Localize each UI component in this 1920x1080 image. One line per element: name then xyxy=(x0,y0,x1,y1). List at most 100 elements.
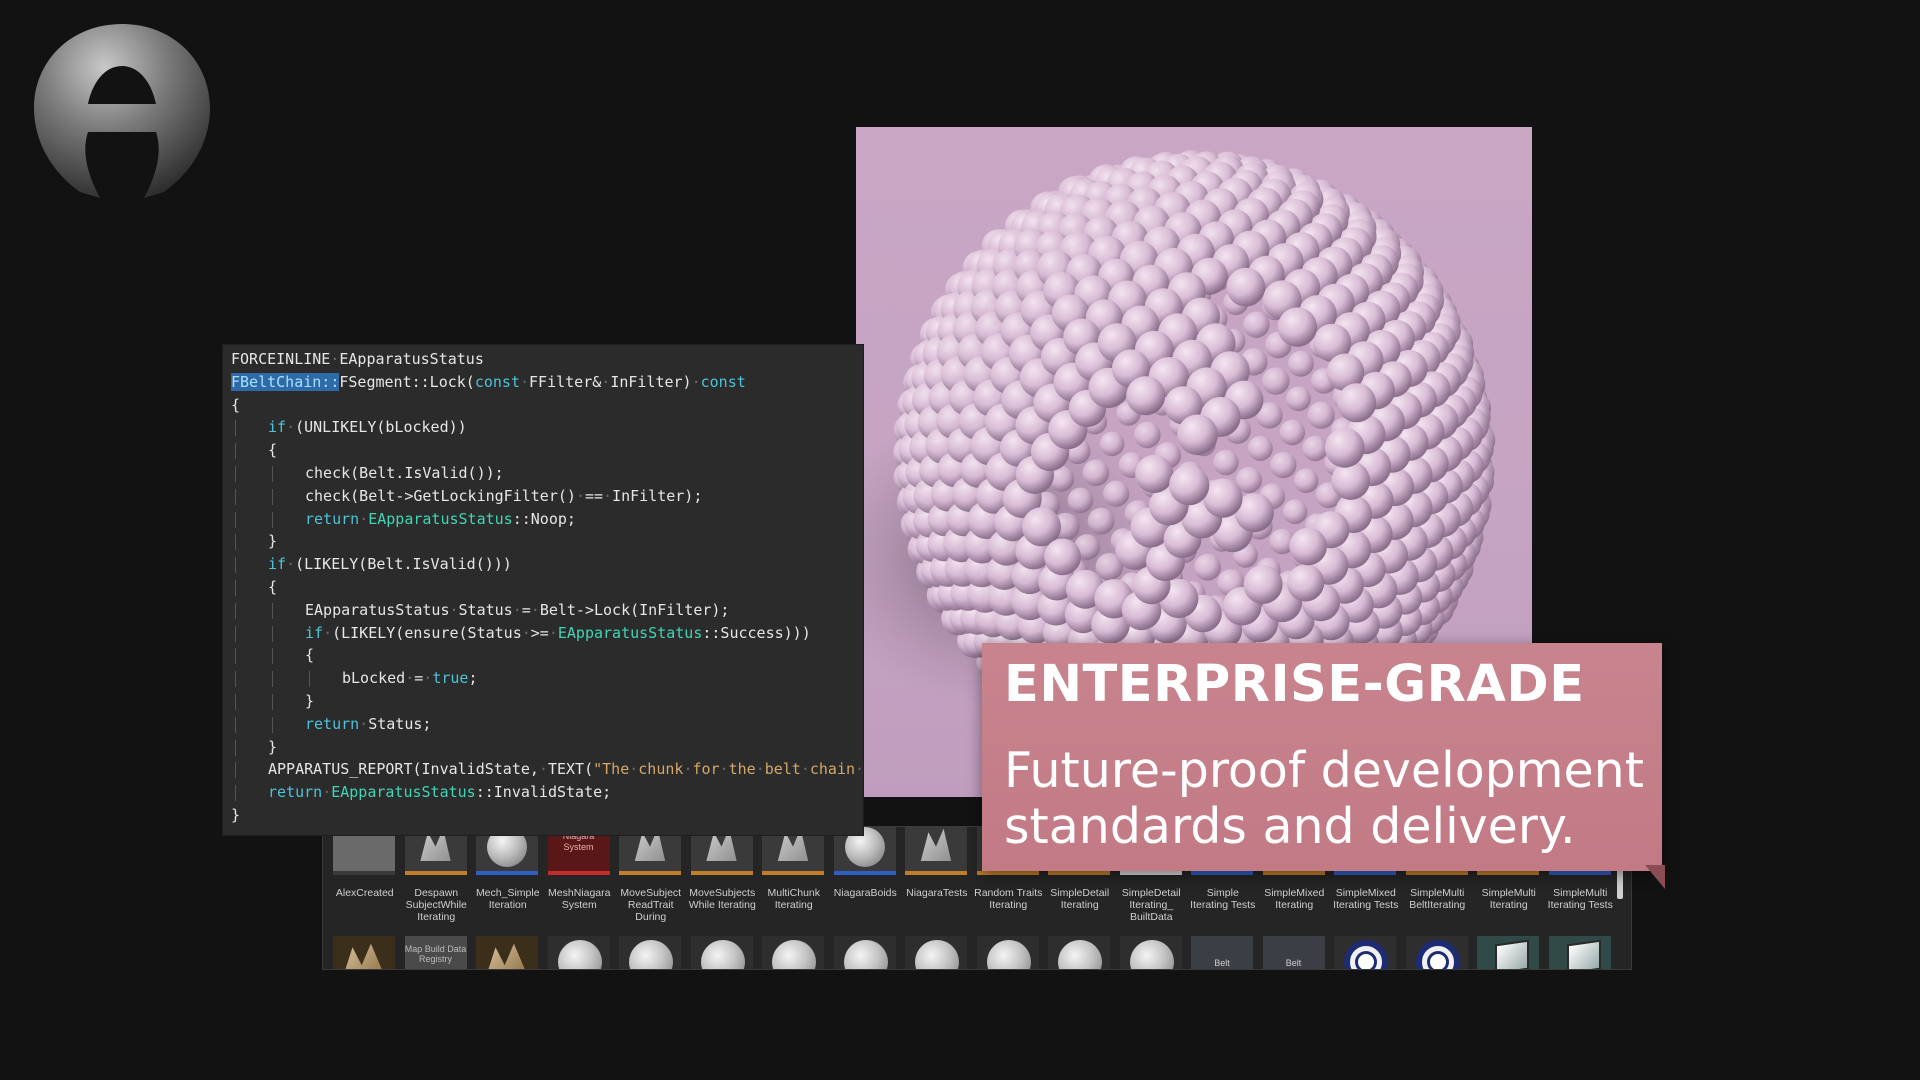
indent-guide xyxy=(272,648,273,665)
asset-label: SimpleMixed Iterating Tests xyxy=(1333,887,1399,911)
particle-sphere xyxy=(1262,367,1290,395)
indent-guide xyxy=(235,443,236,460)
asset-tile[interactable]: MoveSubjects While Iterating xyxy=(687,827,759,927)
indent-guide xyxy=(272,511,273,528)
particle-sphere xyxy=(1337,383,1377,423)
particle-sphere xyxy=(1099,431,1125,457)
particle-sphere xyxy=(1286,386,1311,412)
indent-guide xyxy=(272,671,273,688)
particle-sphere xyxy=(1293,468,1319,494)
asset-label: SimpleDetail Iterating xyxy=(1050,887,1110,911)
asset-tile[interactable] xyxy=(758,932,830,969)
belt-thumb-icon: Belt xyxy=(1191,936,1253,969)
asset-tile[interactable]: MultiChunk Iterating xyxy=(758,827,830,927)
asset-tile[interactable] xyxy=(1545,932,1617,969)
indent-guide xyxy=(235,420,236,437)
asset-label: MultiChunk Iterating xyxy=(767,887,821,911)
asset-tile[interactable] xyxy=(1402,932,1474,969)
code-line[interactable]: } xyxy=(268,531,277,551)
indent-guide xyxy=(235,739,236,756)
code-line[interactable]: if·(LIKELY(ensure(Status·>=·EApparatusSt… xyxy=(305,623,811,643)
particle-sphere xyxy=(1067,487,1094,514)
indent-guide xyxy=(272,716,273,733)
code-line[interactable]: { xyxy=(268,440,277,460)
particle-sphere xyxy=(1044,538,1081,576)
asset-label: SimpleMixed Iterating xyxy=(1264,887,1325,911)
asset-tile[interactable]: NiagaraTests xyxy=(901,827,973,927)
asset-tile[interactable]: Belt xyxy=(1187,932,1259,969)
asset-tile[interactable]: Map Build Data Registry xyxy=(401,932,473,969)
code-line[interactable]: } xyxy=(268,737,277,757)
asset-tile[interactable] xyxy=(1044,932,1116,969)
asset-label: NiagaraTests xyxy=(906,887,968,899)
ring-thumb-icon xyxy=(1405,936,1468,969)
asset-tile[interactable] xyxy=(329,932,401,969)
asset-tile[interactable] xyxy=(472,932,544,969)
indent-guide xyxy=(235,716,236,733)
indent-guide xyxy=(272,488,273,505)
mesh-thumb-icon xyxy=(905,827,967,875)
indent-guide xyxy=(235,488,236,505)
asset-label: SimpleMulti Iterating Tests xyxy=(1547,887,1613,911)
asset-label: SimpleMulti BeltIterating xyxy=(1409,887,1466,911)
indent-guide xyxy=(235,785,236,802)
asset-tile[interactable]: Niagara System MeshNiagara System xyxy=(544,827,616,927)
code-line[interactable]: check(Belt->GetLockingFilter()·==·InFilt… xyxy=(305,486,702,506)
code-editor[interactable]: FORCEINLINE·EApparatusStatusFBeltChain::… xyxy=(222,344,864,836)
indent-guide xyxy=(272,602,273,619)
code-line[interactable]: return·EApparatusStatus::Noop; xyxy=(305,509,576,529)
asset-tile[interactable] xyxy=(687,932,759,969)
asset-thumb-text: Belt xyxy=(1214,958,1230,968)
asset-tile[interactable] xyxy=(901,932,973,969)
belt-thumb-icon: Belt xyxy=(1262,936,1325,969)
code-line[interactable]: { xyxy=(268,577,277,597)
particle-sphere xyxy=(1302,435,1328,462)
code-line[interactable]: FORCEINLINE·EApparatusStatus xyxy=(231,349,484,369)
asset-label: Mech_Simple Iteration xyxy=(475,887,540,911)
asset-tile[interactable] xyxy=(830,932,902,969)
code-line[interactable]: return·Status; xyxy=(305,714,431,734)
indent-guide xyxy=(272,625,273,642)
sphere-thumb-icon xyxy=(762,936,824,969)
asset-tile[interactable]: NiagaraBoids xyxy=(830,827,902,927)
banner-subtitle-line-2: standards and delivery. xyxy=(1004,798,1576,855)
code-line[interactable]: } xyxy=(305,691,314,711)
code-line[interactable]: return·EApparatusStatus::InvalidState; xyxy=(268,782,611,802)
asset-tile[interactable] xyxy=(973,932,1045,969)
asset-tile[interactable] xyxy=(1116,932,1188,969)
code-line[interactable]: EApparatusStatus·Status·=·Belt->Lock(InF… xyxy=(305,600,729,620)
asset-tile[interactable]: Belt xyxy=(1259,932,1331,969)
code-line[interactable]: APPARATUS_REPORT(InvalidState,·TEXT("The… xyxy=(268,759,863,779)
asset-tile[interactable] xyxy=(544,932,616,969)
code-line[interactable]: { xyxy=(305,645,314,665)
ring-thumb-icon xyxy=(1334,936,1396,969)
asset-label: SimpleMulti Iterating xyxy=(1481,887,1536,911)
material-thumb-icon xyxy=(333,936,395,969)
particle-sphere xyxy=(1135,454,1174,494)
asset-label: MoveSubjects While Iterating xyxy=(688,887,756,911)
asset-tile[interactable]: Despawn SubjectWhile Iterating xyxy=(401,827,473,927)
code-line[interactable]: { xyxy=(231,395,240,415)
cube-thumb-icon xyxy=(1477,936,1539,969)
code-line[interactable]: FBeltChain::FSegment::Lock(const·FFilter… xyxy=(231,372,746,392)
code-line[interactable]: bLocked·=·true; xyxy=(342,668,477,688)
code-line[interactable]: if·(LIKELY(Belt.IsValid())) xyxy=(268,554,512,574)
sphere-thumb-icon xyxy=(1119,936,1182,969)
asset-tile[interactable] xyxy=(615,932,687,969)
asset-label: AlexCreated xyxy=(335,887,394,899)
code-line[interactable]: } xyxy=(231,805,240,825)
apparatus-logo-icon xyxy=(30,22,215,202)
asset-tile[interactable] xyxy=(1330,932,1402,969)
text-thumb-icon: Map Build Data Registry xyxy=(404,936,467,969)
asset-tile[interactable]: MoveSubject ReadTrait During xyxy=(615,827,687,927)
asset-tile[interactable]: AlexCreated xyxy=(329,827,401,927)
asset-tile[interactable]: Mech_Simple Iteration xyxy=(472,827,544,927)
sphere-thumb-icon xyxy=(976,936,1039,969)
code-line[interactable]: check(Belt.IsValid()); xyxy=(305,463,504,483)
asset-tile[interactable] xyxy=(1473,932,1545,969)
cube-thumb-icon xyxy=(1548,936,1611,969)
asset-label: SimpleDetail Iterating_ BuiltData xyxy=(1121,887,1181,923)
code-line[interactable]: if·(UNLIKELY(bLocked)) xyxy=(268,417,467,437)
indent-guide xyxy=(235,557,236,574)
asset-label: Random Traits Iterating xyxy=(974,887,1043,911)
